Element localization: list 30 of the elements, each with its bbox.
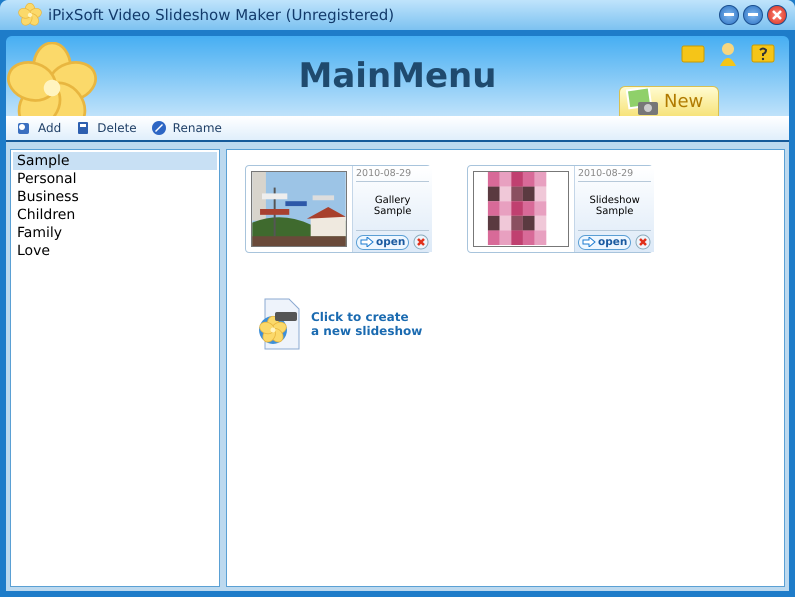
category-item[interactable]: Business xyxy=(13,188,217,206)
maximize-button[interactable] xyxy=(743,5,763,25)
page-title: MainMenu xyxy=(298,56,496,96)
close-icon xyxy=(772,10,782,20)
category-item[interactable]: Family xyxy=(13,224,217,242)
create-slideshow-link[interactable]: Click to create a new slideshow xyxy=(245,297,766,351)
photo-camera-icon xyxy=(626,88,660,116)
window-title: iPixSoft Video Slideshow Maker (Unregistered) xyxy=(48,6,394,24)
open-button[interactable]: open xyxy=(578,234,632,250)
rename-button[interactable]: Rename xyxy=(150,120,222,136)
arrow-right-icon xyxy=(582,237,596,247)
minimize-icon xyxy=(724,13,734,17)
open-button[interactable]: open xyxy=(356,234,410,250)
add-button[interactable]: Add xyxy=(16,120,62,136)
video-file-icon xyxy=(257,298,301,350)
project-date: 2010-08-29 xyxy=(356,168,430,182)
maximize-icon xyxy=(748,13,758,17)
project-title: Gallery Sample xyxy=(356,182,430,231)
category-item[interactable]: Love xyxy=(13,242,217,260)
help-icon[interactable] xyxy=(751,42,775,64)
minimize-button[interactable] xyxy=(719,5,739,25)
category-item[interactable]: Children xyxy=(13,206,217,224)
delete-button[interactable]: Delete xyxy=(75,120,137,136)
app-logo-icon xyxy=(18,3,42,27)
close-button[interactable] xyxy=(767,5,787,25)
arrow-right-icon xyxy=(360,237,374,247)
category-item[interactable]: Sample xyxy=(13,152,217,170)
category-item[interactable]: Personal xyxy=(13,170,217,188)
project-date: 2010-08-29 xyxy=(578,168,652,182)
project-title: Slideshow Sample xyxy=(578,182,652,231)
